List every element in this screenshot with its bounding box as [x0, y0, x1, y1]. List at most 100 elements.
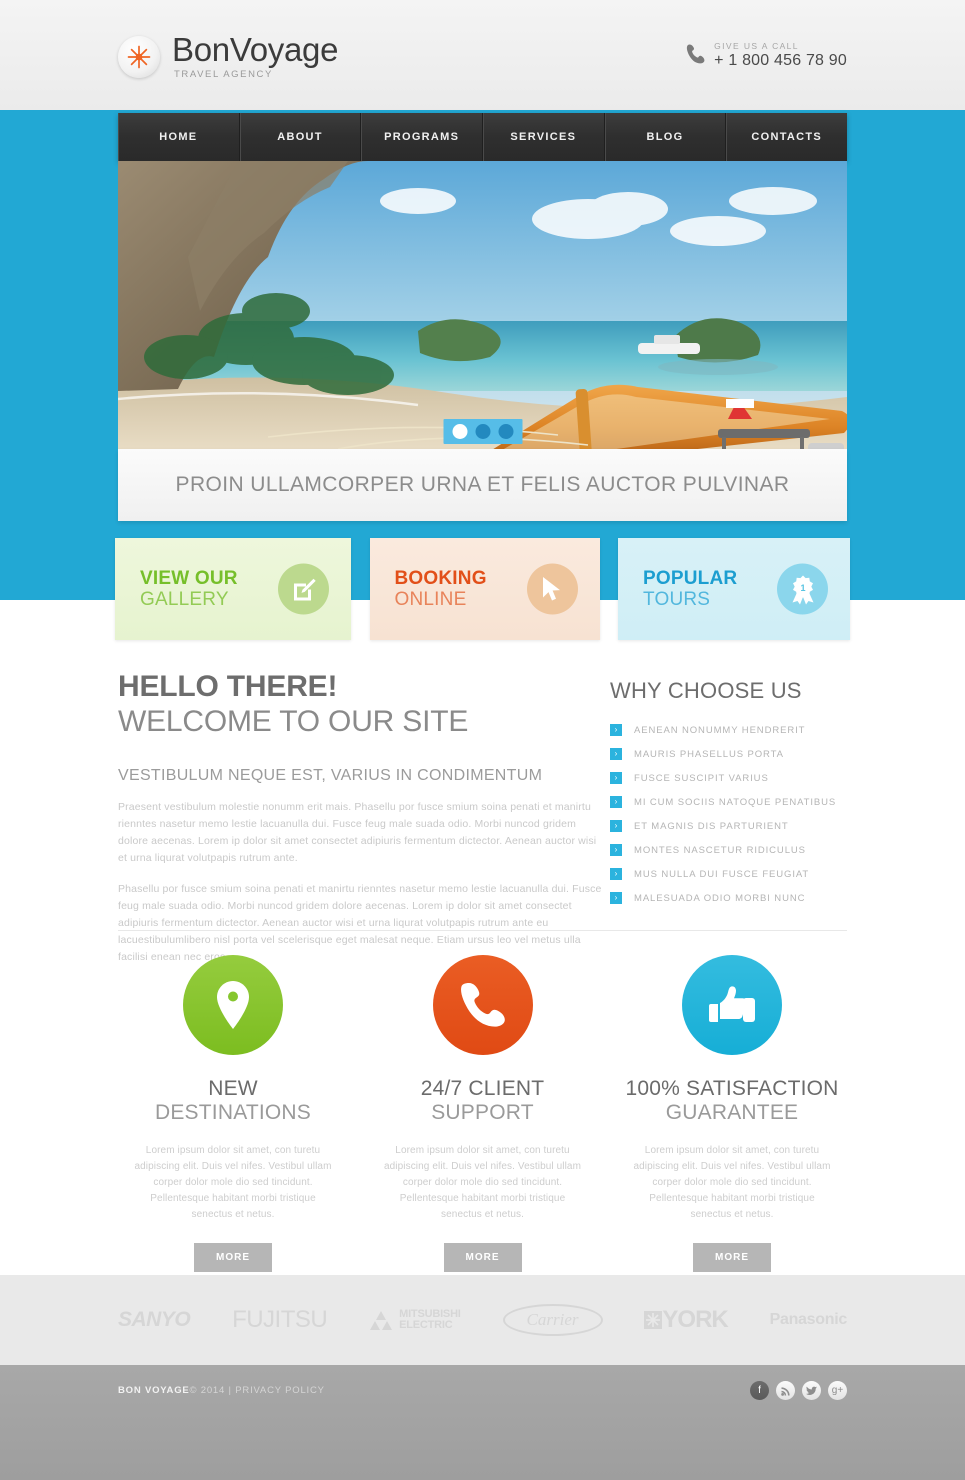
cursor-arrow-icon [526, 563, 578, 615]
rss-icon[interactable] [776, 1381, 795, 1400]
mitsubishi-diamond-icon [370, 1311, 393, 1330]
page-title: HELLO THERE! [118, 670, 338, 703]
chevron-right-icon: › [610, 724, 622, 736]
slider-dot-2[interactable] [475, 424, 490, 439]
partner-logo-panasonic: Panasonic [769, 1311, 848, 1328]
chevron-right-icon: › [610, 772, 622, 784]
chevron-right-icon: › [610, 868, 622, 880]
why-choose-us-title: WHY CHOOSE US [610, 678, 802, 703]
more-button[interactable]: MORE [693, 1243, 771, 1272]
twitter-icon[interactable] [802, 1381, 821, 1400]
chevron-right-icon: › [610, 748, 622, 760]
feature-client-support: 24/7 CLIENT SUPPORT Lorem ipsum dolor si… [368, 955, 598, 1272]
hero-image [118, 161, 847, 449]
promo-boxes: VIEW OUR GALLERY BOOKING ONLINE POPULAR … [115, 538, 850, 640]
list-item[interactable]: › MONTES NASCETUR RIDICULUS [610, 844, 855, 856]
feature-new-destinations: NEW DESTINATIONS Lorem ipsum dolor sit a… [118, 955, 348, 1272]
list-item[interactable]: › MAURIS PHASELLUS PORTA [610, 748, 855, 760]
intro-paragraph-2: Phasellu por fusce smium soina penati et… [118, 883, 602, 963]
partner-logos: SANYO FUJITSU MITSUBISHI ELECTRIC Carrie… [0, 1275, 965, 1365]
intro-block: HELLO THERE! WELCOME TO OUR SITE VESTIBU… [118, 670, 608, 966]
privacy-policy-link[interactable]: PRIVACY POLICY [235, 1385, 325, 1396]
list-item-label: FUSCE SUSCIPIT VARIUS [634, 772, 769, 784]
chevron-right-icon: › [610, 892, 622, 904]
list-item[interactable]: › AENEAN NONUMMY HENDRERIT [610, 724, 855, 736]
social-links: f g+ [750, 1381, 847, 1400]
feature-title-line1: 24/7 CLIENT [420, 1077, 545, 1100]
main-navigation: HOME ABOUT PROGRAMS SERVICES BLOG CONTAC… [118, 113, 847, 161]
list-item[interactable]: › MI CUM SOCIIS NATOQUE PENATIBUS [610, 796, 855, 808]
partner-logo-fujitsu: FUJITSU [232, 1306, 328, 1333]
logo-name-light: Voyage [229, 31, 339, 68]
footer-brand: BON VOYAGE [118, 1385, 190, 1396]
list-item-label: MAURIS PHASELLUS PORTA [634, 748, 784, 760]
list-item-label: ET MAGNIS DIS PARTURIENT [634, 820, 789, 832]
partner-logo-york: YORK [644, 1306, 729, 1334]
award-ribbon-icon: 1 [777, 563, 828, 615]
footer-copyright: BON VOYAGE© 2014 | PRIVACY POLICY [118, 1385, 325, 1396]
nav-item-contacts[interactable]: CONTACTS [726, 113, 847, 161]
promo-tours-line2: TOURS [643, 589, 711, 610]
promo-gallery-line1: VIEW OUR [140, 568, 238, 589]
snowflake-icon [644, 1311, 663, 1329]
promo-gallery-line2: GALLERY [140, 589, 229, 610]
footer-copy-text: © 2014 | [189, 1385, 236, 1396]
slider-caption: PROIN ULLAMCORPER URNA ET FELIS AUCTOR P… [118, 449, 847, 521]
svg-text:1: 1 [800, 582, 805, 592]
page-subtitle: WELCOME TO OUR SITE [118, 705, 469, 738]
list-item[interactable]: › MUS NULLA DUI FUSCE FEUGIAT [610, 868, 855, 880]
hero-slider[interactable] [118, 161, 847, 449]
nav-item-about[interactable]: ABOUT [240, 113, 362, 161]
chevron-right-icon: › [610, 844, 622, 856]
list-item-label: MI CUM SOCIIS NATOQUE PENATIBUS [634, 796, 837, 808]
list-item[interactable]: › FUSCE SUSCIPIT VARIUS [610, 772, 855, 784]
site-logo[interactable]: BonVoyage TRAVEL AGENCY [118, 32, 338, 80]
promo-tours-line1: POPULAR [643, 568, 738, 589]
slider-pagination [443, 419, 522, 444]
slider-caption-text: PROIN ULLAMCORPER URNA ET FELIS AUCTOR P… [175, 473, 790, 496]
nav-item-services[interactable]: SERVICES [483, 113, 605, 161]
slider-dot-1[interactable] [452, 424, 467, 439]
header-phone[interactable]: GIVE US A CALL + 1 800 456 78 90 [686, 40, 847, 70]
google-plus-icon[interactable]: g+ [828, 1381, 847, 1400]
more-button[interactable]: MORE [194, 1243, 272, 1272]
feature-title-line2: GUARANTEE [665, 1101, 799, 1124]
list-item[interactable]: › ET MAGNIS DIS PARTURIENT [610, 820, 855, 832]
facebook-icon[interactable]: f [750, 1381, 769, 1400]
feature-satisfaction-guarantee: 100% SATISFACTION GUARANTEE Lorem ipsum … [617, 955, 847, 1272]
nav-item-home[interactable]: HOME [118, 113, 240, 161]
site-header: BonVoyage TRAVEL AGENCY GIVE US A CALL +… [0, 0, 965, 110]
partner-logo-sanyo: SANYO [118, 1308, 191, 1331]
starburst-icon [118, 36, 160, 78]
features-section: NEW DESTINATIONS Lorem ipsum dolor sit a… [118, 955, 847, 1272]
nav-item-blog[interactable]: BLOG [605, 113, 727, 161]
partner-mitsubishi-line2: ELECTRIC [399, 1319, 453, 1331]
feature-description: Lorem ipsum dolor sit amet, con turetu a… [383, 1145, 581, 1220]
promo-popular-tours[interactable]: POPULAR TOURS 1 [618, 538, 850, 640]
phone-label: GIVE US A CALL [714, 40, 799, 51]
feature-title-line1: NEW [208, 1077, 258, 1100]
intro-subheading: VESTIBULUM NEQUE EST, VARIUS IN CONDIMEN… [118, 767, 543, 784]
site-footer: BON VOYAGE© 2014 | PRIVACY POLICY f g+ [0, 1365, 965, 1480]
logo-title: BonVoyage [172, 32, 338, 68]
phone-number: + 1 800 456 78 90 [714, 51, 847, 69]
chevron-right-icon: › [610, 796, 622, 808]
promo-booking-line1: BOOKING [394, 568, 487, 589]
map-pin-icon [183, 955, 283, 1055]
feature-description: Lorem ipsum dolor sit amet, con turetu a… [134, 1145, 332, 1220]
phone-handset-icon [432, 955, 533, 1055]
feature-title-line1: 100% SATISFACTION [625, 1077, 839, 1100]
feature-title-line2: SUPPORT [431, 1101, 534, 1124]
promo-booking-online[interactable]: BOOKING ONLINE [369, 538, 600, 640]
list-item-label: MALESUADA ODIO MORBI NUNC [634, 892, 806, 904]
logo-tagline: TRAVEL AGENCY [174, 69, 273, 80]
list-item-label: AENEAN NONUMMY HENDRERIT [634, 724, 806, 736]
list-item[interactable]: › MALESUADA ODIO MORBI NUNC [610, 892, 855, 904]
promo-view-gallery[interactable]: VIEW OUR GALLERY [115, 538, 351, 640]
why-choose-us-block: WHY CHOOSE US › AENEAN NONUMMY HENDRERIT… [610, 678, 855, 916]
slider-dot-3[interactable] [498, 424, 513, 439]
list-item-label: MONTES NASCETUR RIDICULUS [634, 844, 806, 856]
more-button[interactable]: MORE [443, 1243, 522, 1272]
feature-title-line2: DESTINATIONS [154, 1101, 312, 1124]
nav-item-programs[interactable]: PROGRAMS [361, 113, 484, 161]
